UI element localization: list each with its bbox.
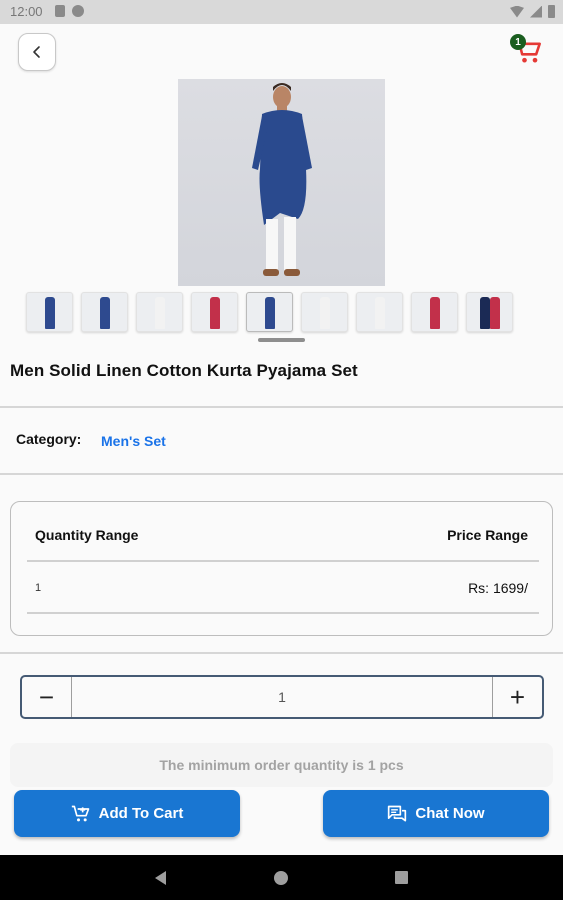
- add-to-cart-button[interactable]: Add To Cart: [14, 790, 240, 837]
- thumbnail-7[interactable]: [356, 292, 403, 332]
- table-divider: [27, 612, 539, 614]
- chat-now-label: Chat Now: [415, 805, 485, 822]
- thumbnail-3[interactable]: [136, 292, 183, 332]
- quantity-range-header: Quantity Range: [35, 527, 139, 543]
- table-divider: [27, 560, 539, 562]
- chat-icon: [388, 805, 407, 821]
- min-order-text: The minimum order quantity is 1 pcs: [159, 757, 404, 773]
- add-to-cart-label: Add To Cart: [98, 805, 184, 822]
- quantity-value[interactable]: 1: [72, 677, 492, 717]
- price-cell: Rs: 1699/: [468, 580, 528, 596]
- thumbnail-1[interactable]: [26, 292, 73, 332]
- thumbnail-5[interactable]: [246, 292, 293, 332]
- chat-now-button[interactable]: Chat Now: [323, 790, 549, 837]
- status-time: 12:00: [10, 4, 43, 19]
- category-link[interactable]: Men's Set: [101, 433, 166, 449]
- chevron-left-icon: [33, 46, 40, 58]
- divider: [0, 406, 563, 408]
- wifi-icon: [510, 5, 524, 18]
- quantity-stepper[interactable]: − 1 +: [20, 675, 544, 719]
- min-order-notice: The minimum order quantity is 1 pcs: [10, 743, 553, 787]
- product-main-image[interactable]: [178, 79, 385, 286]
- add-cart-icon: [71, 805, 89, 821]
- nav-back-icon[interactable]: [155, 871, 166, 885]
- thumbnail-4[interactable]: [191, 292, 238, 332]
- system-nav-bar: [0, 855, 563, 900]
- thumbnail-8[interactable]: [411, 292, 458, 332]
- status-bar: 12:00: [0, 0, 563, 24]
- nav-home-icon[interactable]: [274, 871, 288, 885]
- battery-icon: [548, 5, 555, 18]
- cart-count-badge: 1: [510, 34, 526, 50]
- category-label: Category:: [16, 431, 82, 447]
- nav-recents-icon[interactable]: [395, 871, 408, 884]
- increment-button[interactable]: +: [492, 677, 542, 717]
- thumbnail-scroll-indicator: [258, 338, 305, 342]
- back-button[interactable]: [18, 33, 56, 71]
- thumbnail-9[interactable]: [466, 292, 513, 332]
- price-range-header: Price Range: [447, 527, 528, 543]
- sync-icon: [72, 5, 84, 17]
- decrement-button[interactable]: −: [22, 677, 72, 717]
- price-range-card: Quantity Range Price Range 1 Rs: 1699/: [10, 501, 553, 636]
- model-figure: [252, 83, 312, 276]
- divider: [0, 473, 563, 475]
- cart-button[interactable]: 1: [508, 34, 544, 66]
- sd-card-icon: [55, 5, 65, 17]
- signal-icon: [530, 5, 542, 18]
- thumbnail-2[interactable]: [81, 292, 128, 332]
- product-title: Men Solid Linen Cotton Kurta Pyajama Set: [10, 361, 358, 380]
- quantity-cell: 1: [35, 582, 42, 594]
- thumbnail-6[interactable]: [301, 292, 348, 332]
- divider: [0, 652, 563, 654]
- thumbnail-strip[interactable]: [26, 292, 536, 334]
